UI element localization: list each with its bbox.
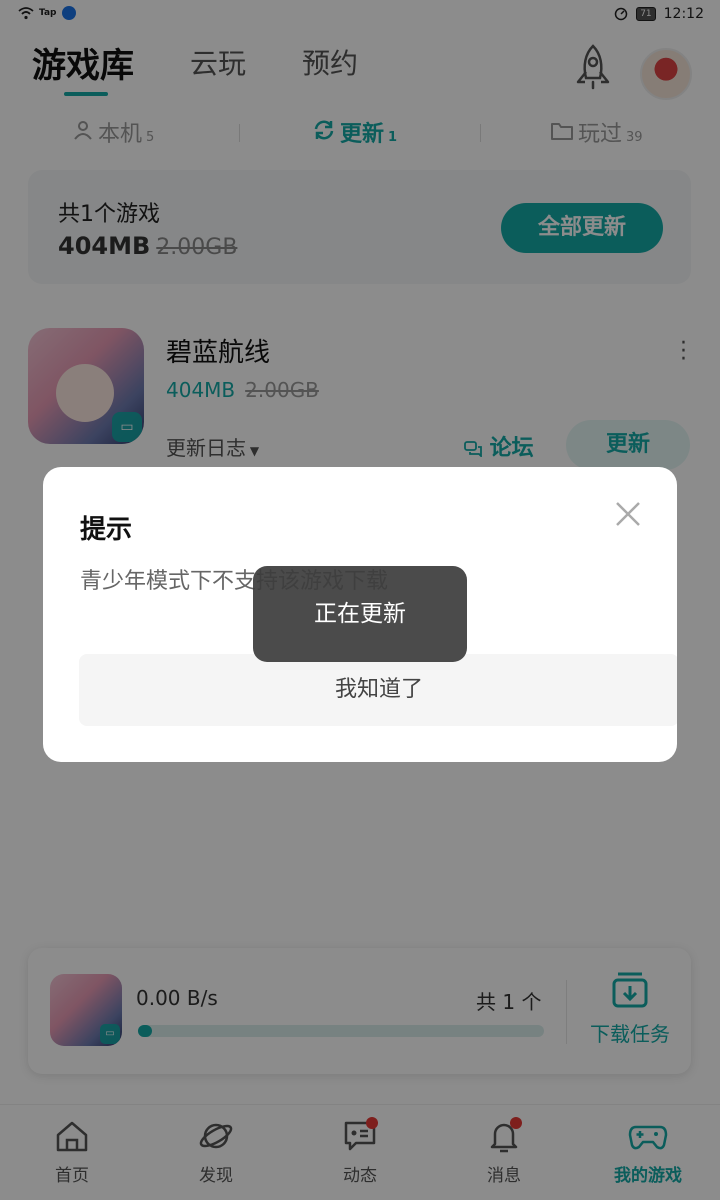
acknowledge-button[interactable]: 我知道了 — [79, 654, 677, 726]
toast-message: 正在更新 — [253, 566, 467, 662]
dialog-title: 提示 — [80, 515, 133, 545]
close-icon[interactable] — [613, 499, 643, 529]
